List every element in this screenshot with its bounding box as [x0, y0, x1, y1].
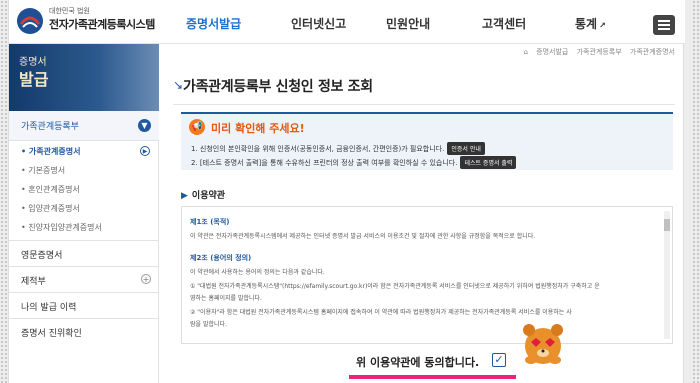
- sidebar-item-family-relation-cert[interactable]: • 가족관계증명서: [21, 146, 80, 157]
- hamburger-menu-button[interactable]: [653, 15, 675, 35]
- nav-statistics-label: 통계: [575, 17, 598, 31]
- triangle-right-icon: ▶: [181, 191, 188, 201]
- logo-subtitle: 대한민국 법원: [49, 7, 90, 15]
- banner-text: 증명서 발급: [19, 54, 48, 88]
- megaphone-icon: 📢: [189, 119, 205, 135]
- sidebar-group-my-history[interactable]: 나의 발급 이력: [9, 292, 159, 318]
- notice-line-2: 2. [테스트 증명서 출력]을 통해 수유하신 프린터의 정상 출력 여부를 …: [191, 156, 517, 169]
- sidebar-item-label: 기본증명서: [28, 166, 66, 175]
- terms-heading-label: 이용약관: [191, 191, 226, 201]
- sidebar-item-basic-cert[interactable]: • 기본증명서: [21, 165, 65, 176]
- agree-terms-label[interactable]: 위 이용약관에 동의합니다.: [356, 354, 479, 370]
- logo-title[interactable]: 전자가족관계등록시스템: [49, 16, 155, 32]
- external-link-icon: ↗: [599, 21, 606, 30]
- sidebar-banner: 증명서 발급: [9, 44, 159, 111]
- notice-line-1: 1. 신청인의 본인확인을 위해 인증서(공동인증서, 금융인증서, 간편인증)…: [191, 142, 485, 155]
- nav-customer-center[interactable]: 고객센터: [482, 15, 526, 32]
- terms-paragraph: ② "이용자"라 함은 대법원 전자가족관계등록시스템 홈페이지에 접속하여 이…: [190, 309, 572, 316]
- certificate-guide-button[interactable]: 인증서 안내: [447, 142, 485, 155]
- nav-civil-guide[interactable]: 민원안내: [386, 15, 430, 32]
- page-frame: 대한민국 법원 전자가족관계등록시스템 증명서발급 인터넷신고 민원안내 고객센…: [8, 0, 685, 383]
- terms-paragraph: 이 약관에서 사용하는 용어의 정의는 다음과 같습니다.: [190, 269, 325, 276]
- plus-icon: +: [141, 274, 151, 284]
- sidebar-group-english-cert[interactable]: 영문증명서: [9, 240, 159, 266]
- sidebar-item-full-adoption-cert[interactable]: • 친양자입양관계증명서: [21, 222, 102, 233]
- breadcrumb-item[interactable]: 증명서발급: [536, 48, 568, 56]
- terms-heading: ▶ 이용약관: [181, 188, 225, 201]
- sidebar-item-label: 친양자입양관계증명서: [28, 223, 102, 232]
- chevron-down-icon: ▼: [138, 119, 151, 132]
- sidebar-item-label: 입양관계증명서: [28, 204, 80, 213]
- terms-paragraph: 이 약관은 전자가족관계등록시스템에서 제공하는 인터넷 증명서 발급 서비스의…: [190, 233, 536, 240]
- sidebar-item-adoption-cert[interactable]: • 입양관계증명서: [21, 203, 80, 214]
- sidebar-item-label: 가족관계증명서: [28, 147, 81, 156]
- left-margin: [0, 0, 8, 383]
- terms-article-title: 제2조 (용어의 정의): [190, 254, 252, 262]
- sidebar-group-label: 영문증명서: [21, 251, 63, 261]
- terms-article-title: 제1조 (목적): [190, 218, 230, 226]
- site-header: 대한민국 법원 전자가족관계등록시스템 증명서발급 인터넷신고 민원안내 고객센…: [9, 0, 685, 44]
- terms-paragraph: 영하는 홈페이지를 말합니다.: [190, 295, 262, 302]
- title-divider: [173, 104, 675, 105]
- sidebar-group-label: 가족관계등록부: [21, 122, 79, 132]
- sidebar-group-authenticity-check[interactable]: 증명서 진위확인: [9, 318, 159, 344]
- page-title: 가족관계등록부 신청인 정보 조회: [183, 79, 373, 95]
- home-icon[interactable]: ⌂: [523, 48, 527, 56]
- main-content: ⌂ 증명서발급 가족관계등록부 가족관계증명서 ↘ 가족관계등록부 신청인 정보…: [159, 44, 685, 383]
- sidebar-item-label: 혼인관계증명서: [28, 185, 80, 194]
- court-logo-icon[interactable]: [15, 6, 45, 36]
- sidebar-group-label: 제적부: [21, 277, 46, 287]
- sidebar-group-removed-register[interactable]: 제적부 +: [9, 266, 159, 292]
- notice-title: 미리 확인해 주세요!: [211, 122, 305, 135]
- banner-title-small: 증명서: [19, 57, 47, 68]
- terms-paragraph: 람을 말합니다.: [190, 321, 227, 328]
- notice-text: 1. 신청인의 본인확인을 위해 인증서(공동인증서, 금융인증서, 간편인증)…: [191, 145, 445, 153]
- notice-box: 📢 미리 확인해 주세요! 1. 신청인의 본인확인을 위해 인증서(공동인증서…: [181, 112, 673, 170]
- agree-highlight-underline: [349, 375, 516, 379]
- breadcrumb-item[interactable]: 가족관계등록부: [577, 48, 622, 56]
- test-print-button[interactable]: 테스트 증명서 출력: [460, 156, 517, 169]
- sidebar-group-family-register[interactable]: 가족관계등록부 ▼: [9, 111, 159, 141]
- agree-terms-checkbox[interactable]: ✓: [492, 353, 506, 367]
- sidebar-item-marriage-cert[interactable]: • 혼인관계증명서: [21, 184, 80, 195]
- terms-scroll-box[interactable]: 제1조 (목적) 이 약관은 전자가족관계등록시스템에서 제공하는 인터넷 증명…: [181, 206, 673, 344]
- banner-title-large: 발급: [19, 70, 49, 89]
- sidebar-group-label: 증명서 진위확인: [21, 329, 82, 339]
- notice-text: 2. [테스트 증명서 출력]을 통해 수유하신 프린터의 정상 출력 여부를 …: [191, 159, 458, 167]
- nav-certificate-issuance[interactable]: 증명서발급: [186, 15, 241, 32]
- mascot-character-icon: [523, 324, 563, 364]
- breadcrumb: ⌂ 증명서발급 가족관계등록부 가족관계증명서: [517, 47, 675, 57]
- nav-statistics[interactable]: 통계 ↗: [575, 15, 606, 32]
- terms-paragraph: ① "대법원 전자가족관계등록시스템"(https://efamily.scou…: [190, 283, 600, 290]
- sidebar-group-label: 나의 발급 이력: [21, 303, 77, 313]
- nav-internet-report[interactable]: 인터넷신고: [291, 15, 346, 32]
- breadcrumb-item[interactable]: 가족관계증명서: [630, 48, 675, 56]
- title-arrow-icon: ↘: [173, 78, 184, 92]
- right-margin: [692, 0, 700, 383]
- terms-scroll-thumb[interactable]: [664, 219, 670, 231]
- chevron-right-icon: ▶: [140, 146, 150, 156]
- sidebar: 증명서 발급 가족관계등록부 ▼ • 가족관계증명서 ▶ • 기본증명서 • 혼…: [9, 44, 159, 383]
